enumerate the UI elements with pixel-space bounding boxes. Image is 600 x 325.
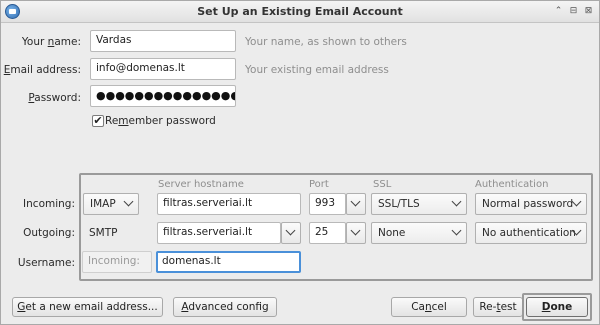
port-column-header: Port — [309, 179, 329, 190]
chevron-down-icon — [285, 225, 296, 236]
maximize-icon[interactable]: ⊟ — [568, 6, 579, 17]
incoming-authentication-value: Normal password — [482, 198, 574, 210]
ssl-column-header: SSL — [373, 179, 392, 190]
name-field[interactable]: Vardas — [90, 30, 236, 52]
username-label: Username: — [17, 257, 75, 269]
incoming-ssl-select[interactable]: SSL/TLS — [371, 193, 467, 215]
name-label: Your name: — [21, 36, 81, 48]
outgoing-port-dropdown[interactable] — [346, 222, 366, 244]
remember-password-checkbox[interactable]: ✔ — [92, 115, 104, 127]
done-button[interactable]: Done — [526, 297, 588, 317]
name-hint: Your name, as shown to others — [245, 36, 407, 48]
advanced-config-button[interactable]: Advanced config — [173, 297, 277, 317]
incoming-port-dropdown[interactable] — [346, 193, 366, 215]
incoming-hostname-field[interactable]: filtras.serveriai.lt — [157, 193, 301, 215]
account-setup-dialog: Set Up an Existing Email Account ⌃ ⊟ ⊠ Y… — [0, 0, 600, 325]
outgoing-label: Outgoing: — [23, 227, 75, 239]
email-hint: Your existing email address — [245, 64, 389, 76]
title-bar: Set Up an Existing Email Account ⌃ ⊟ ⊠ — [1, 1, 599, 23]
chevron-down-icon — [451, 196, 462, 207]
email-label: Email address: — [3, 64, 81, 76]
incoming-port-field[interactable]: 993 — [309, 193, 346, 215]
authentication-column-header: Authentication — [475, 179, 549, 190]
outgoing-hostname-field[interactable]: filtras.serveriai.lt — [157, 222, 281, 244]
email-field[interactable]: info@domenas.lt — [90, 58, 236, 80]
minimize-icon[interactable]: ⌃ — [553, 6, 564, 17]
incoming-label: Incoming: — [23, 198, 75, 210]
outgoing-authentication-select[interactable]: No authentication — [475, 222, 587, 244]
close-icon[interactable]: ⊠ — [583, 6, 594, 17]
window-title: Set Up an Existing Email Account — [197, 5, 403, 18]
outgoing-ssl-value: None — [378, 227, 406, 239]
outgoing-protocol: SMTP — [89, 227, 118, 239]
retest-button[interactable]: Re-test — [473, 297, 523, 317]
incoming-ssl-value: SSL/TLS — [378, 198, 420, 210]
outgoing-authentication-value: No authentication — [482, 227, 576, 239]
get-new-email-address-button[interactable]: Get a new email address... — [12, 297, 163, 317]
outgoing-hostname-dropdown[interactable] — [281, 222, 301, 244]
cancel-button[interactable]: Cancel — [391, 297, 467, 317]
remember-password-label[interactable]: Remember password — [105, 115, 216, 127]
incoming-username-label: Incoming: — [82, 251, 152, 273]
hostname-column-header: Server hostname — [158, 179, 244, 190]
outgoing-ssl-select[interactable]: None — [371, 222, 467, 244]
incoming-authentication-select[interactable]: Normal password — [475, 193, 587, 215]
outgoing-port-field[interactable]: 25 — [309, 222, 346, 244]
chevron-down-icon — [123, 196, 134, 207]
chevron-down-icon — [350, 196, 361, 207]
chevron-down-icon — [451, 225, 462, 236]
chevron-down-icon — [350, 225, 361, 236]
incoming-protocol-value: IMAP — [90, 198, 116, 210]
incoming-protocol-select[interactable]: IMAP — [83, 193, 139, 215]
password-field[interactable]: ●●●●●●●●●●●●●●●● — [90, 85, 236, 107]
password-label: Password: — [28, 92, 81, 104]
username-field[interactable]: domenas.lt — [156, 251, 301, 273]
